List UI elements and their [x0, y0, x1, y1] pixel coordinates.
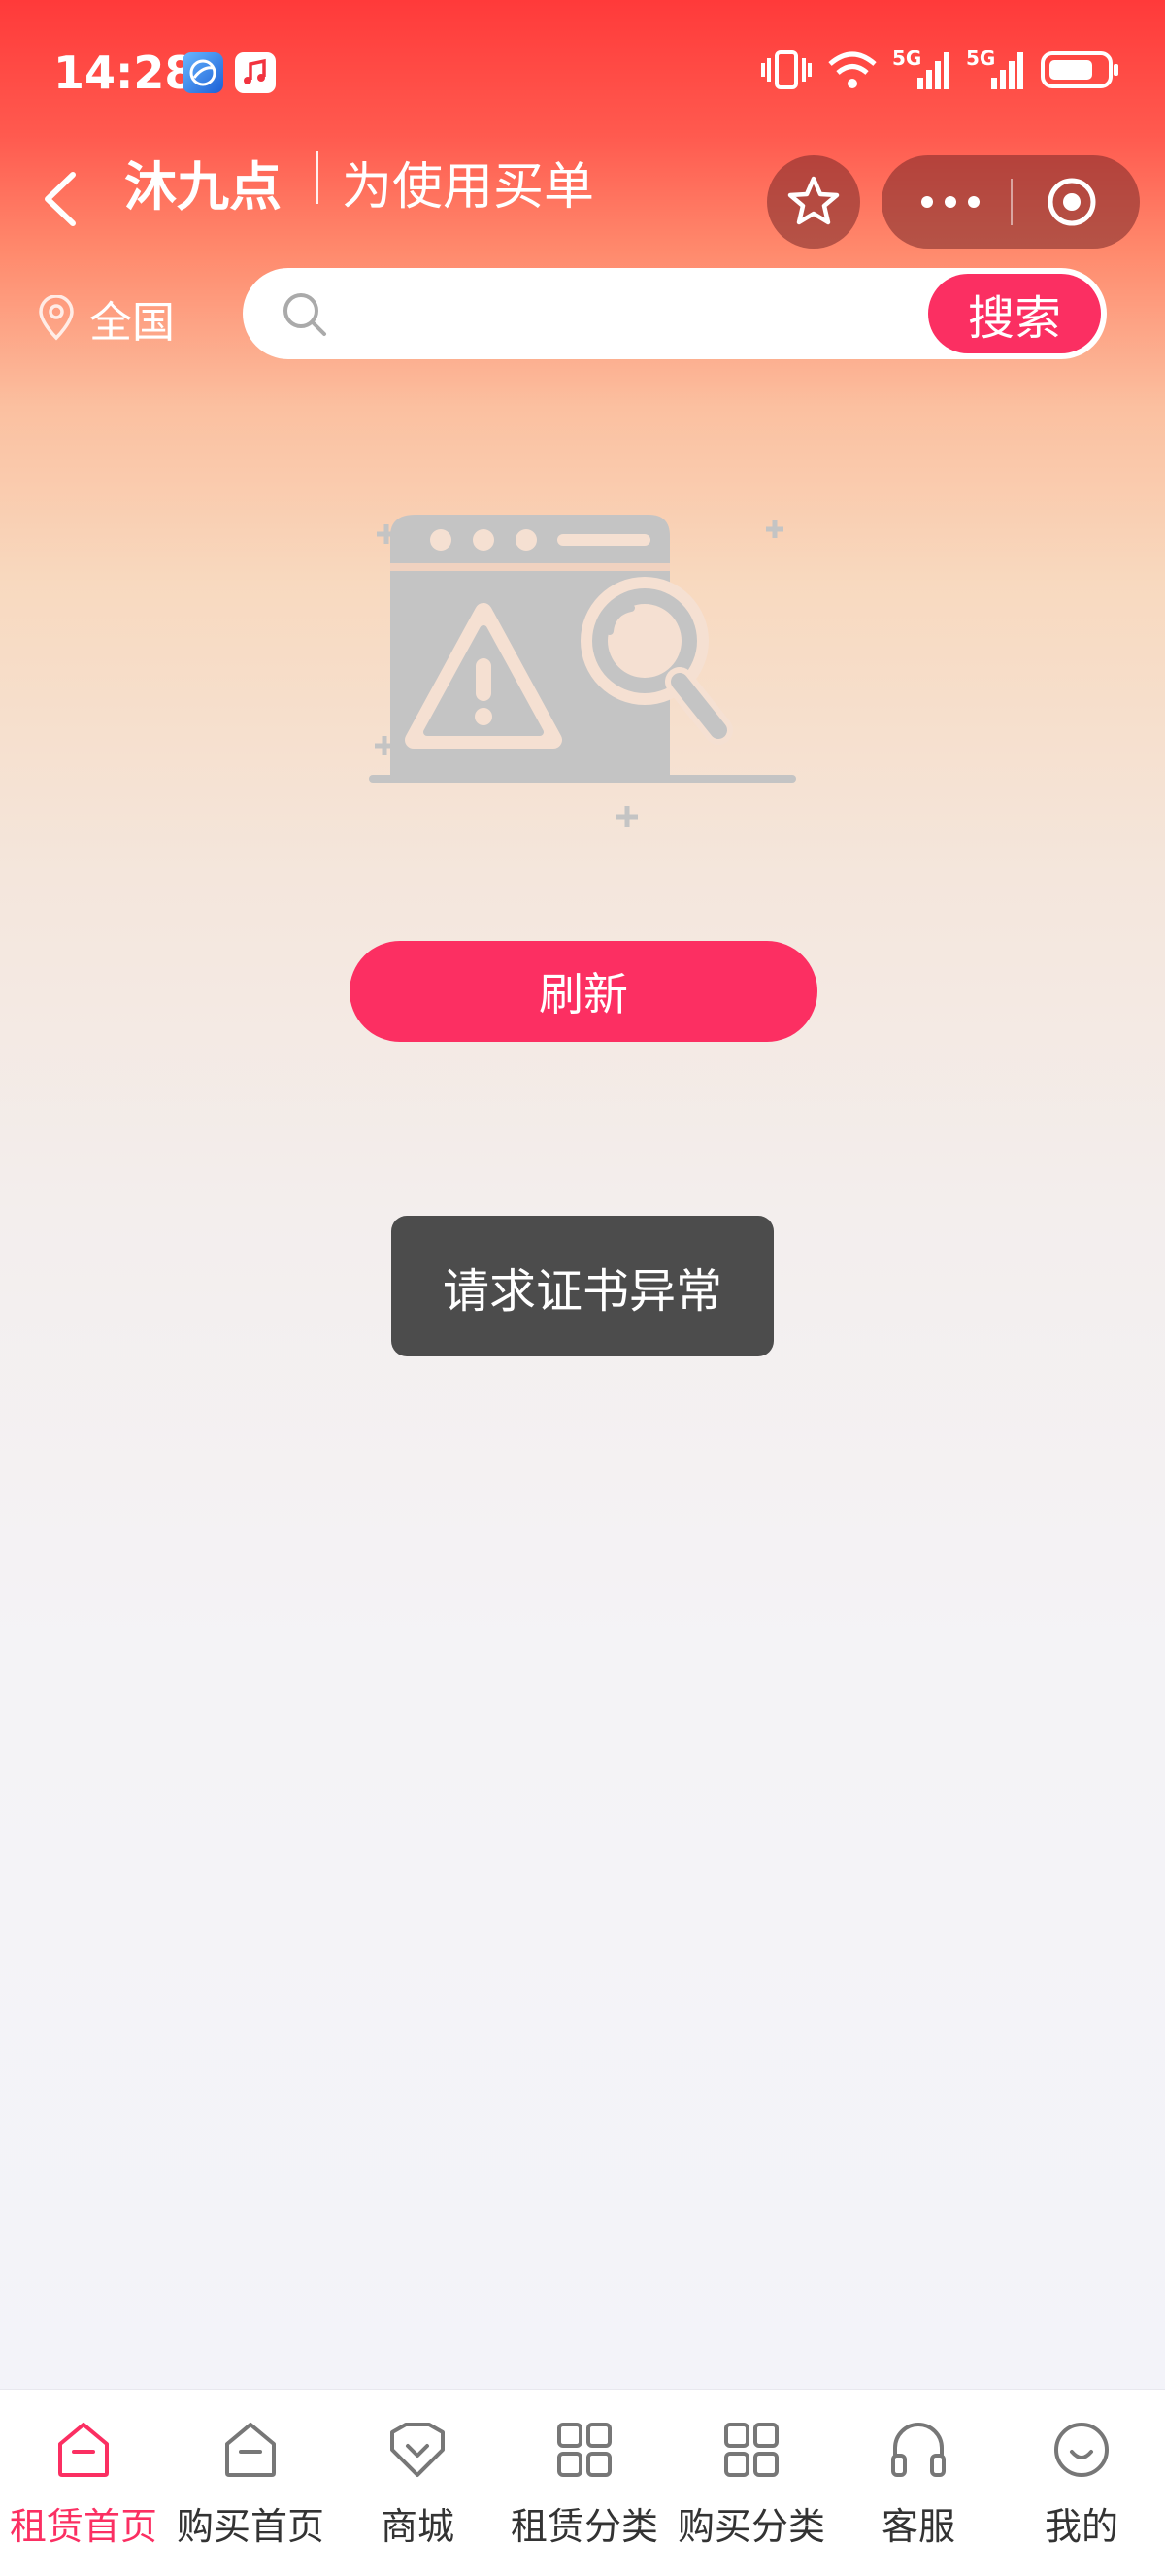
error-illustration [369, 515, 796, 827]
wifi-icon [828, 51, 877, 88]
title-divider [316, 151, 318, 204]
shop-icon [390, 2423, 445, 2477]
search-button[interactable]: 搜索 [928, 274, 1101, 353]
page-title: 沐九点 [124, 156, 282, 217]
tab-buy-home[interactable]: 购买首页 [167, 2390, 334, 2576]
tab-rent-category[interactable]: 租赁分类 [501, 2390, 668, 2576]
page-subtitle: 为使用买单 [342, 158, 595, 217]
tab-label: 商城 [380, 2505, 454, 2548]
vibrate-icon [761, 50, 812, 89]
search-input[interactable] [350, 287, 965, 342]
home-icon [225, 2423, 276, 2477]
bottom-tab-bar: 租赁首页 购买首页 商城 租赁分类 购买分类 客服 我的 [0, 2389, 1165, 2576]
tab-label: 购买首页 [176, 2505, 324, 2548]
location-selector[interactable]: 全国 [37, 287, 175, 350]
signal-icon: 5G [892, 47, 952, 91]
miniprogram-capsule [882, 155, 1140, 249]
location-label: 全国 [89, 298, 175, 348]
location-pin-icon [39, 295, 74, 341]
status-bar: 14:28 5G 5G [0, 0, 1165, 146]
tab-label: 租赁首页 [9, 2505, 157, 2548]
back-icon[interactable] [34, 165, 92, 233]
tab-mine[interactable]: 我的 [998, 2390, 1165, 2576]
browser-app-icon [183, 52, 223, 93]
tab-label: 购买分类 [677, 2505, 825, 2548]
tab-label: 租赁分类 [510, 2505, 658, 2548]
signal-icon-2: 5G [966, 47, 1026, 91]
search-bar: 搜索 [243, 268, 1107, 359]
status-time: 14:28 [53, 47, 196, 99]
headset-icon [891, 2423, 946, 2477]
tab-label: 我的 [1044, 2505, 1118, 2548]
toast-message: 请求证书异常 [391, 1216, 774, 1356]
smile-icon [1054, 2423, 1109, 2477]
tab-rent-home[interactable]: 租赁首页 [0, 2390, 167, 2576]
search-icon [283, 293, 326, 336]
home-icon [58, 2423, 109, 2477]
capsule-divider [1011, 179, 1013, 225]
refresh-button[interactable]: 刷新 [350, 941, 817, 1042]
close-miniprogram-icon[interactable] [1045, 175, 1099, 229]
music-app-icon [235, 52, 276, 93]
battery-icon [1041, 51, 1118, 88]
tab-label: 客服 [881, 2505, 955, 2548]
tab-shop[interactable]: 商城 [334, 2390, 501, 2576]
grid-icon [724, 2423, 779, 2477]
tab-buy-category[interactable]: 购买分类 [668, 2390, 835, 2576]
star-icon [787, 176, 840, 225]
grid-icon [557, 2423, 612, 2477]
more-icon[interactable] [918, 184, 982, 219]
favorite-button[interactable] [767, 155, 860, 249]
tab-customer-service[interactable]: 客服 [835, 2390, 1002, 2576]
